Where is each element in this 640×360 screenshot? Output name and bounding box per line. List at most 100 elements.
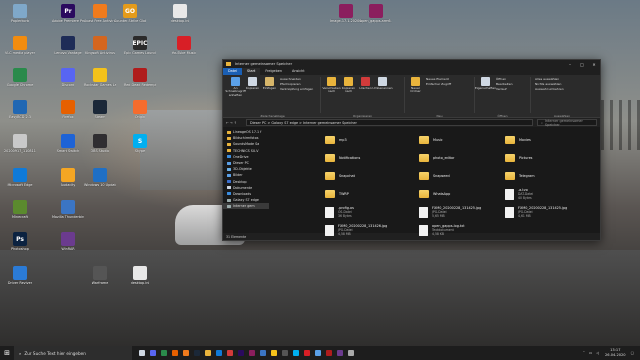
notifications-icon[interactable]: ▢ bbox=[631, 351, 634, 355]
easy-access-button[interactable]: Einfacher Zugriff bbox=[426, 82, 451, 87]
network-icon[interactable]: ▭ bbox=[589, 351, 592, 355]
folder-item[interactable]: Telegram bbox=[505, 167, 583, 185]
close-button[interactable]: ✕ bbox=[588, 62, 600, 67]
file-item[interactable]: FXM0_20200228_131426.jpg JPG-Datei 4,58 MB bbox=[325, 221, 403, 239]
paste-link-button[interactable]: Verknüpfung einfügen bbox=[280, 87, 313, 92]
folder-item[interactable]: Movies bbox=[505, 131, 583, 149]
desktop-icon[interactable]: Driver Reviver bbox=[4, 266, 36, 292]
taskbar-app-icon[interactable] bbox=[169, 346, 180, 360]
tab-freigeben[interactable]: Freigeben bbox=[260, 68, 287, 75]
tab-start[interactable]: Start bbox=[242, 68, 261, 75]
desktop-icon[interactable]: Ps Photoshop bbox=[4, 232, 36, 258]
file-list[interactable]: mp3 Music Movies Notifications photo_editor P… bbox=[269, 127, 600, 236]
desktop-icon[interactable]: Firefox bbox=[52, 100, 84, 126]
move-to-button[interactable]: Verschieben nach bbox=[322, 77, 341, 94]
taskbar-app-icon[interactable] bbox=[224, 346, 235, 360]
folder-item[interactable]: Pictures bbox=[505, 149, 583, 167]
paste-button[interactable]: Einfügen bbox=[261, 77, 278, 90]
desktop-icon[interactable]: desktop.ini bbox=[124, 266, 156, 292]
title-bar[interactable]: Interner gemeinsamer Speicher – □ ✕ bbox=[223, 60, 600, 68]
desktop-icon[interactable]: Avast Free Antivirus bbox=[84, 4, 116, 30]
address-bar[interactable]: Dieser PC > Galaxy S7 edge > Interner ge… bbox=[246, 119, 533, 126]
desktop-icon[interactable]: Rockstar Games Launcher bbox=[84, 68, 116, 94]
clock[interactable]: 13:17 26.04.2020 bbox=[605, 348, 626, 357]
taskbar-app-icon[interactable] bbox=[147, 346, 158, 360]
volume-icon[interactable]: ◁ bbox=[596, 351, 599, 355]
folder-item[interactable]: mp3 bbox=[325, 131, 403, 149]
desktop-icon[interactable]: Mozilla Thunderbird bbox=[52, 200, 84, 226]
taskbar-app-icon[interactable] bbox=[312, 346, 323, 360]
desktop-icon[interactable]: PrAdobe Premiere Pro 2020 bbox=[52, 4, 84, 30]
nav-item[interactable]: Interner gem bbox=[223, 203, 269, 210]
desktop-icon[interactable]: OBS Studio bbox=[84, 134, 116, 160]
folder-item[interactable]: Notifications bbox=[325, 149, 403, 167]
desktop-icon[interactable]: GOCounter-Strike Global Offensive bbox=[114, 4, 146, 30]
desktop-icon[interactable]: Red Dead Redemption 2 bbox=[124, 68, 156, 94]
search-input[interactable]: ⌕ Interner gemeinsamer Speicher bbox=[537, 119, 597, 127]
desktop-icon[interactable]: Image-17.1-20200... bbox=[330, 4, 362, 30]
desktop-icon[interactable]: Warframe bbox=[84, 266, 116, 292]
desktop-icon[interactable]: Smart Switch bbox=[52, 134, 84, 160]
folder-item[interactable]: WhatsApp bbox=[419, 185, 497, 203]
desktop-icon[interactable]: WinRAR bbox=[52, 232, 84, 258]
taskbar-app-icon[interactable] bbox=[235, 346, 246, 360]
folder-item[interactable]: Music bbox=[419, 131, 497, 149]
taskbar-app-icon[interactable] bbox=[158, 346, 169, 360]
file-item[interactable]: open_gapps-log.txt Textdokument 4,58 KB bbox=[419, 221, 497, 239]
history-button[interactable]: Verlauf bbox=[496, 87, 512, 92]
desktop-icon[interactable]: Windows 10 Update Assistant bbox=[84, 168, 116, 194]
new-folder-button[interactable]: Neuer Ordner bbox=[407, 77, 424, 94]
folder-item[interactable]: Snapchat bbox=[325, 167, 403, 185]
desktop-icon[interactable]: Discord bbox=[52, 68, 84, 94]
desktop-icon[interactable]: Google Chrome bbox=[4, 68, 36, 94]
taskbar-app-icon[interactable] bbox=[279, 346, 290, 360]
taskbar-app-icon[interactable] bbox=[268, 346, 279, 360]
desktop-icon[interactable]: Lenovo Vantage bbox=[52, 36, 84, 62]
tab-datei[interactable]: Datei bbox=[223, 68, 243, 75]
desktop-icon[interactable]: Origin bbox=[124, 100, 156, 126]
desktop-icon[interactable]: Minecraft bbox=[4, 200, 36, 226]
file-item[interactable]: FXM0_20200228_131425.jpg JPG-Datei 5,65 MB bbox=[419, 203, 497, 221]
copy-button[interactable]: Kopieren bbox=[244, 77, 261, 90]
tray-chevron-icon[interactable]: ˄ bbox=[583, 351, 585, 355]
rename-button[interactable]: Umbenennen bbox=[372, 77, 393, 90]
folder-item[interactable]: photo_editor bbox=[419, 149, 497, 167]
minimize-button[interactable]: – bbox=[564, 62, 576, 67]
properties-button[interactable]: Eigenschaften bbox=[475, 77, 496, 90]
desktop-icon[interactable]: open_gapps-arm6... bbox=[360, 4, 392, 30]
desktop-icon[interactable]: desktop.ini bbox=[164, 4, 196, 30]
start-button[interactable]: ⊞ bbox=[0, 346, 14, 360]
maximize-button[interactable]: □ bbox=[576, 62, 588, 67]
desktop-icon[interactable]: Microsoft Edge bbox=[4, 168, 36, 194]
desktop-icon[interactable]: EPICEpic Games Launcher bbox=[124, 36, 156, 62]
taskbar-app-icon[interactable] bbox=[290, 346, 301, 360]
desktop-icon[interactable]: Audacity bbox=[52, 168, 84, 194]
desktop-icon[interactable]: VLC media player bbox=[4, 36, 36, 62]
invert-selection-button[interactable]: Auswahl umkehren bbox=[535, 87, 564, 92]
explorer-window[interactable]: Interner gemeinsamer Speicher – □ ✕ Date… bbox=[222, 59, 601, 241]
taskbar-app-icon[interactable] bbox=[345, 346, 356, 360]
taskbar-app-icon[interactable] bbox=[191, 346, 202, 360]
desktop-icon[interactable]: Steam bbox=[84, 100, 116, 126]
navigation-pane[interactable]: LineageOS 17.1 f Bildschirmfotos SoundsMad… bbox=[223, 127, 269, 233]
file-item[interactable]: .profig.os OS-Datei 36 Bytes bbox=[325, 203, 403, 221]
copy-to-button[interactable]: Kopieren nach bbox=[340, 77, 357, 94]
pin-button[interactable]: An Schnellzugriff anheften bbox=[225, 77, 246, 97]
taskbar-app-icon[interactable] bbox=[136, 346, 147, 360]
file-item[interactable]: FXM0_20200228_131425.jpg JPG-Datei 4,61 MB bbox=[505, 203, 583, 221]
taskbar-app-icon[interactable] bbox=[202, 346, 213, 360]
folder-item[interactable]: Snapseed bbox=[419, 167, 497, 185]
taskbar-search[interactable]: ⌕ Zur Suche Text hier eingeben bbox=[14, 346, 132, 360]
taskbar-app-icon[interactable] bbox=[334, 346, 345, 360]
taskbar-app-icon[interactable] bbox=[180, 346, 191, 360]
desktop-icon[interactable]: Kingsoft Antivirus bbox=[84, 36, 116, 62]
taskbar-app-icon[interactable] bbox=[257, 346, 268, 360]
tab-ansicht[interactable]: Ansicht bbox=[287, 68, 310, 75]
taskbar-app-icon[interactable] bbox=[213, 346, 224, 360]
desktop-icon[interactable]: YouTube Music bbox=[168, 36, 200, 62]
taskbar-app-icon[interactable] bbox=[301, 346, 312, 360]
desktop-icon[interactable]: 20200917_110811.jpg bbox=[4, 134, 36, 160]
nav-arrows[interactable]: ← → ↑ bbox=[226, 121, 246, 125]
taskbar-app-icon[interactable] bbox=[323, 346, 334, 360]
folder-item[interactable]: TWRP bbox=[325, 185, 403, 203]
